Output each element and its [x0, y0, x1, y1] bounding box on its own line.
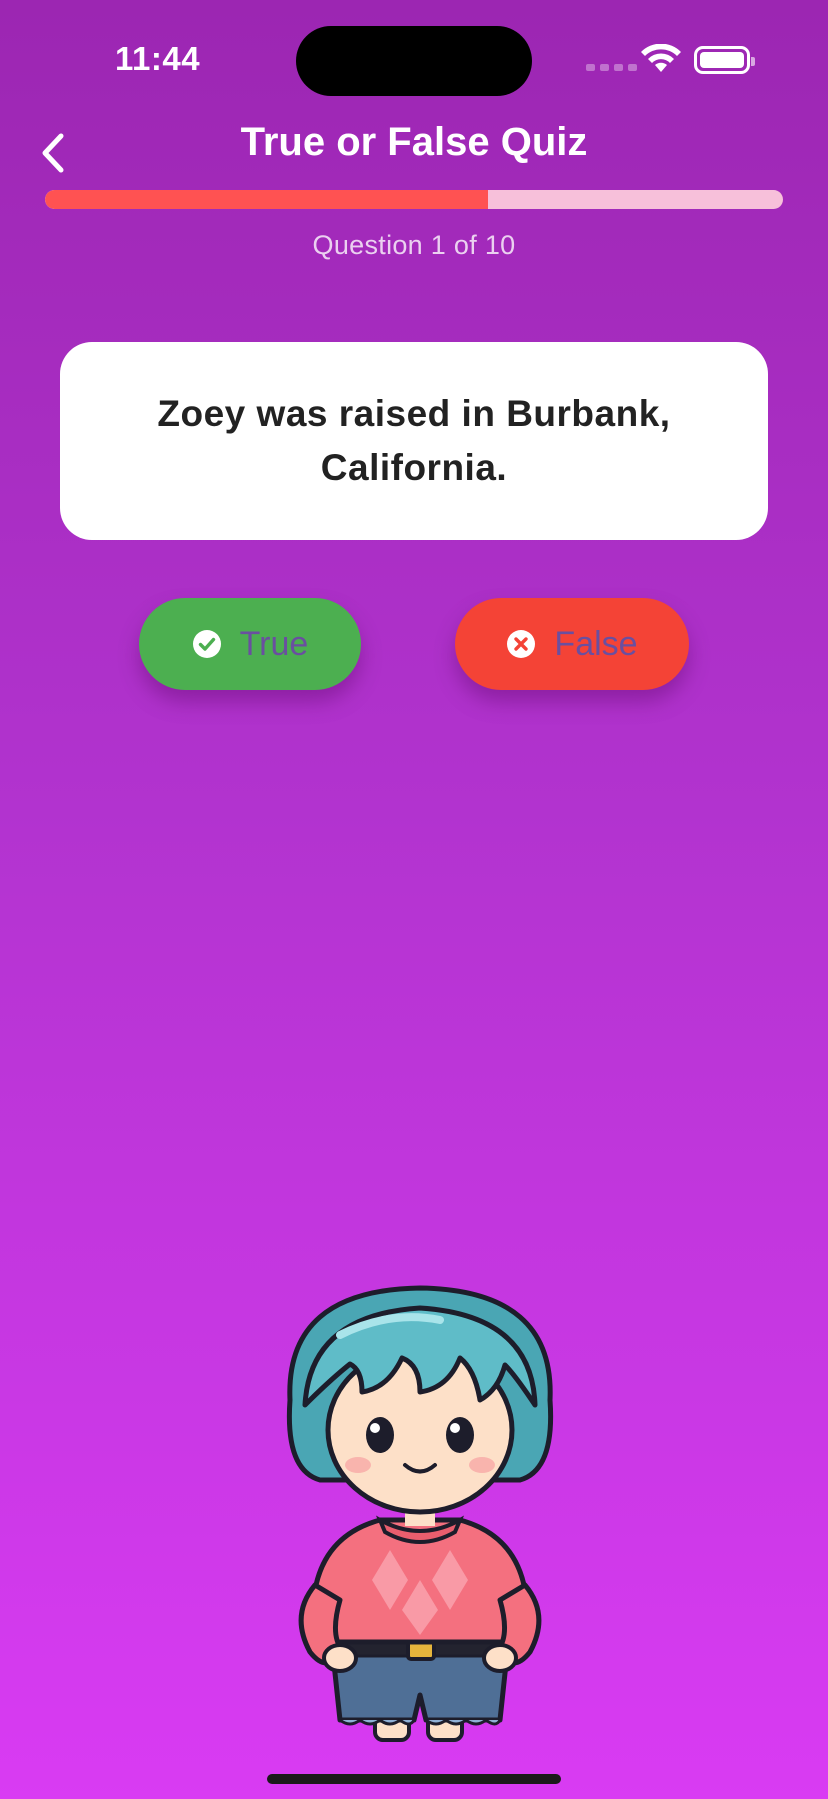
progress-bar-fill: [45, 190, 488, 209]
false-button-label: False: [554, 624, 638, 663]
status-time: 11:44: [115, 40, 201, 77]
true-button[interactable]: True: [139, 598, 361, 690]
wifi-icon: [641, 44, 681, 72]
home-indicator: [267, 1774, 561, 1784]
true-button-label: True: [239, 624, 309, 663]
check-circle-icon: [192, 630, 221, 658]
battery-icon: [694, 46, 755, 74]
x-circle-icon: [507, 630, 536, 658]
page-title: True or False Quiz: [240, 120, 588, 164]
progress-bar: [45, 190, 783, 209]
header: True or False Quiz: [0, 110, 828, 190]
false-button[interactable]: False: [455, 598, 689, 690]
cellular-signal-icon: [586, 64, 637, 71]
question-text: Zoey was raised in Burbank, California.: [157, 393, 671, 488]
question-card: Zoey was raised in Burbank, California.: [60, 342, 768, 540]
dynamic-island: [296, 26, 532, 96]
question-counter: Question 1 of 10: [312, 230, 516, 260]
mascot-character-illustration: [286, 1285, 554, 1742]
status-bar: 11:44: [0, 0, 828, 110]
